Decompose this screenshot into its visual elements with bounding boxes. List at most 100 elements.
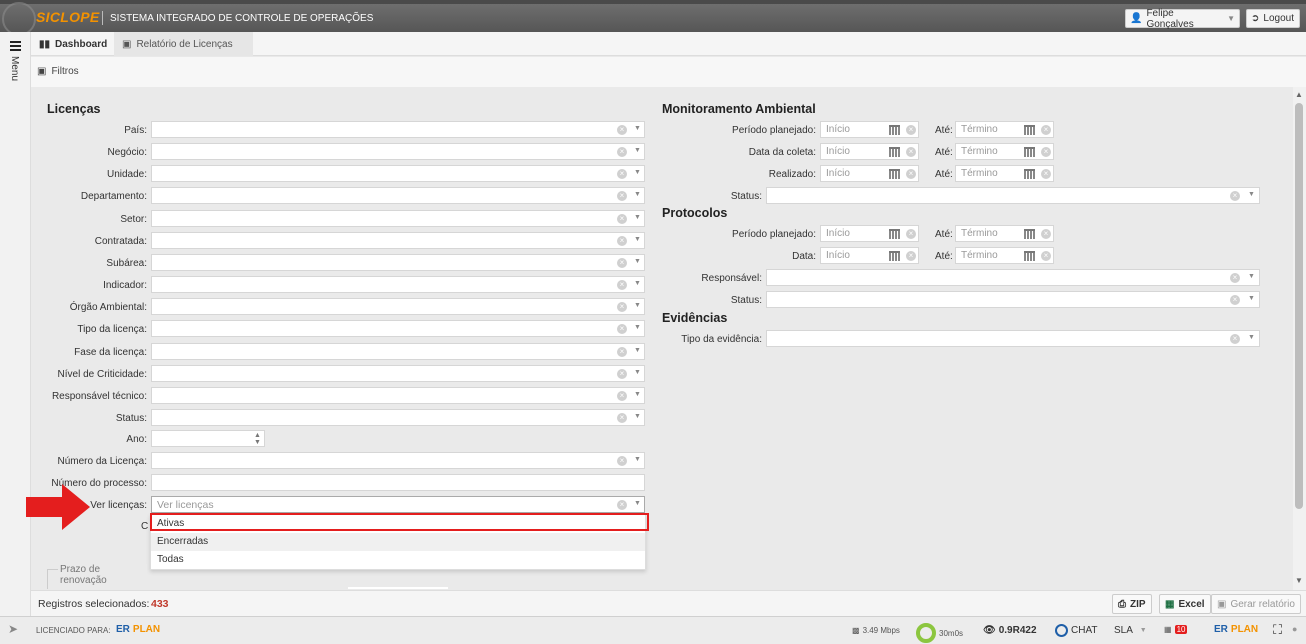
logout-button[interactable]: ➲ Logout (1246, 9, 1300, 28)
chevron-down-icon[interactable]: ▼ (1248, 334, 1255, 341)
clear-icon[interactable]: × (617, 280, 627, 290)
licencas-field-select[interactable]: × ▼ (151, 320, 645, 337)
calendar-icon[interactable] (1024, 147, 1035, 157)
start-date-input[interactable]: Início × (820, 165, 919, 182)
end-date-input[interactable]: Término × (955, 121, 1054, 138)
protocolos-responsavel-select[interactable]: × ▼ (766, 269, 1260, 286)
licencas-field-select[interactable]: × ▼ (151, 143, 645, 160)
calendar-icon[interactable] (889, 169, 900, 179)
chevron-down-icon[interactable]: ▼ (1248, 295, 1255, 302)
licencas-field-select[interactable]: × ▼ (151, 232, 645, 249)
clear-icon[interactable]: × (1230, 334, 1240, 344)
licencas-field-select[interactable]: × ▼ (151, 210, 645, 227)
chevron-down-icon[interactable]: ▼ (1248, 273, 1255, 280)
clear-icon[interactable]: × (906, 125, 916, 135)
calendar-icon[interactable] (889, 125, 900, 135)
end-date-input[interactable]: Término × (955, 143, 1054, 160)
clear-icon[interactable]: × (906, 251, 916, 261)
licencas-field-select[interactable]: × ▼ (151, 409, 645, 426)
end-date-input[interactable]: Término × (955, 225, 1054, 242)
zip-button[interactable]: ⎙ ZIP (1112, 594, 1152, 614)
hamburger-icon[interactable] (10, 41, 21, 53)
clear-icon[interactable]: × (617, 302, 627, 312)
licencas-field-select[interactable]: × ▼ (151, 121, 645, 138)
clear-icon[interactable]: × (617, 169, 627, 179)
chevron-down-icon[interactable]: ▼ (634, 369, 641, 376)
vertical-scrollbar[interactable]: ▲ ▼ (1293, 87, 1306, 590)
chevron-down-icon[interactable]: ▼ (634, 258, 641, 265)
clear-icon[interactable]: × (617, 258, 627, 268)
calendar-icon[interactable] (1024, 169, 1035, 179)
start-date-input[interactable]: Início × (820, 247, 919, 264)
clear-icon[interactable]: × (617, 369, 627, 379)
expand-icon[interactable]: ➤ (8, 622, 18, 636)
tipo-evidencia-select[interactable]: × ▼ (766, 330, 1260, 347)
tab-relatorio-licencas[interactable]: ▣ Relatório de Licenças (114, 32, 253, 56)
start-date-input[interactable]: Início × (820, 225, 919, 242)
licencas-field-select[interactable]: × ▼ (151, 165, 645, 182)
protocolos-status-select[interactable]: × ▼ (766, 291, 1260, 308)
chevron-down-icon[interactable]: ▼ (634, 347, 641, 354)
clear-icon[interactable]: × (617, 413, 627, 423)
calendar-icon[interactable] (889, 147, 900, 157)
monitoramento-status-select[interactable]: × ▼ (766, 187, 1260, 204)
scroll-up-icon[interactable]: ▲ (1295, 90, 1303, 99)
calendar-icon[interactable] (1024, 251, 1035, 261)
clear-icon[interactable]: × (1041, 251, 1051, 261)
option-todas[interactable]: Todas (151, 551, 645, 569)
clear-icon[interactable]: × (617, 500, 627, 510)
user-menu-button[interactable]: 👤 Felipe Gonçalves ▼ (1125, 8, 1240, 30)
chevron-down-icon[interactable]: ▼ (634, 391, 641, 398)
chevron-down-icon[interactable]: ▼ (634, 125, 641, 132)
sla-menu[interactable]: SLA ▼ (1114, 625, 1147, 636)
chevron-down-icon[interactable]: ▼ (634, 147, 641, 154)
clear-icon[interactable]: × (906, 229, 916, 239)
clear-icon[interactable]: × (617, 456, 627, 466)
clear-icon[interactable]: × (617, 214, 627, 224)
clear-icon[interactable]: × (617, 391, 627, 401)
numero-licenca-select[interactable]: × ▼ (151, 452, 645, 469)
calendar-icon[interactable] (889, 229, 900, 239)
ver-licencas-select[interactable]: Ver licenças × ▼ (151, 496, 645, 513)
numero-processo-input[interactable] (151, 474, 645, 491)
licencas-field-select[interactable]: × ▼ (151, 343, 645, 360)
clear-icon[interactable]: × (617, 147, 627, 157)
licencas-field-select[interactable]: × ▼ (151, 276, 645, 293)
start-date-input[interactable]: Início × (820, 121, 919, 138)
chevron-down-icon[interactable]: ▼ (634, 169, 641, 176)
end-date-input[interactable]: Término × (955, 165, 1054, 182)
notifications[interactable]: ▦ 10 (1164, 625, 1188, 634)
clear-icon[interactable]: × (617, 347, 627, 357)
licencas-field-select[interactable]: × ▼ (151, 254, 645, 271)
calendar-icon[interactable] (1024, 229, 1035, 239)
clear-icon[interactable]: × (906, 147, 916, 157)
end-date-input[interactable]: Término × (955, 247, 1054, 264)
chevron-down-icon[interactable]: ▼ (1248, 191, 1255, 198)
clear-icon[interactable]: × (906, 169, 916, 179)
chevron-down-icon[interactable]: ▼ (634, 413, 641, 420)
clear-icon[interactable]: × (617, 191, 627, 201)
scroll-down-icon[interactable]: ▼ (1295, 576, 1303, 585)
chevron-down-icon[interactable]: ▼ (634, 500, 641, 507)
chevron-down-icon[interactable]: ▼ (634, 456, 641, 463)
chevron-down-icon[interactable]: ▼ (634, 302, 641, 309)
tab-dashboard[interactable]: ▮▮ Dashboard (31, 32, 115, 56)
licencas-field-select[interactable]: × ▼ (151, 298, 645, 315)
clear-icon[interactable]: × (1041, 169, 1051, 179)
clear-icon[interactable]: × (1230, 273, 1240, 283)
chevron-down-icon[interactable]: ▼ (634, 324, 641, 331)
clear-icon[interactable]: × (1041, 147, 1051, 157)
chevron-down-icon[interactable]: ▼ (634, 191, 641, 198)
option-encerradas[interactable]: Encerradas (151, 533, 645, 551)
calendar-icon[interactable] (889, 251, 900, 261)
start-date-input[interactable]: Início × (820, 143, 919, 160)
filters-toggle[interactable]: ▣ Filtros (37, 66, 79, 77)
gerar-relatorio-button[interactable]: ▣ Gerar relatório (1211, 594, 1301, 614)
scrollbar-thumb[interactable] (1295, 103, 1303, 509)
chevron-down-icon[interactable]: ▼ (634, 236, 641, 243)
chevron-down-icon[interactable]: ▼ (634, 280, 641, 287)
licencas-field-select[interactable]: × ▼ (151, 387, 645, 404)
clear-icon[interactable]: × (1230, 191, 1240, 201)
licencas-field-select[interactable]: × ▼ (151, 365, 645, 382)
clear-icon[interactable]: × (1230, 295, 1240, 305)
